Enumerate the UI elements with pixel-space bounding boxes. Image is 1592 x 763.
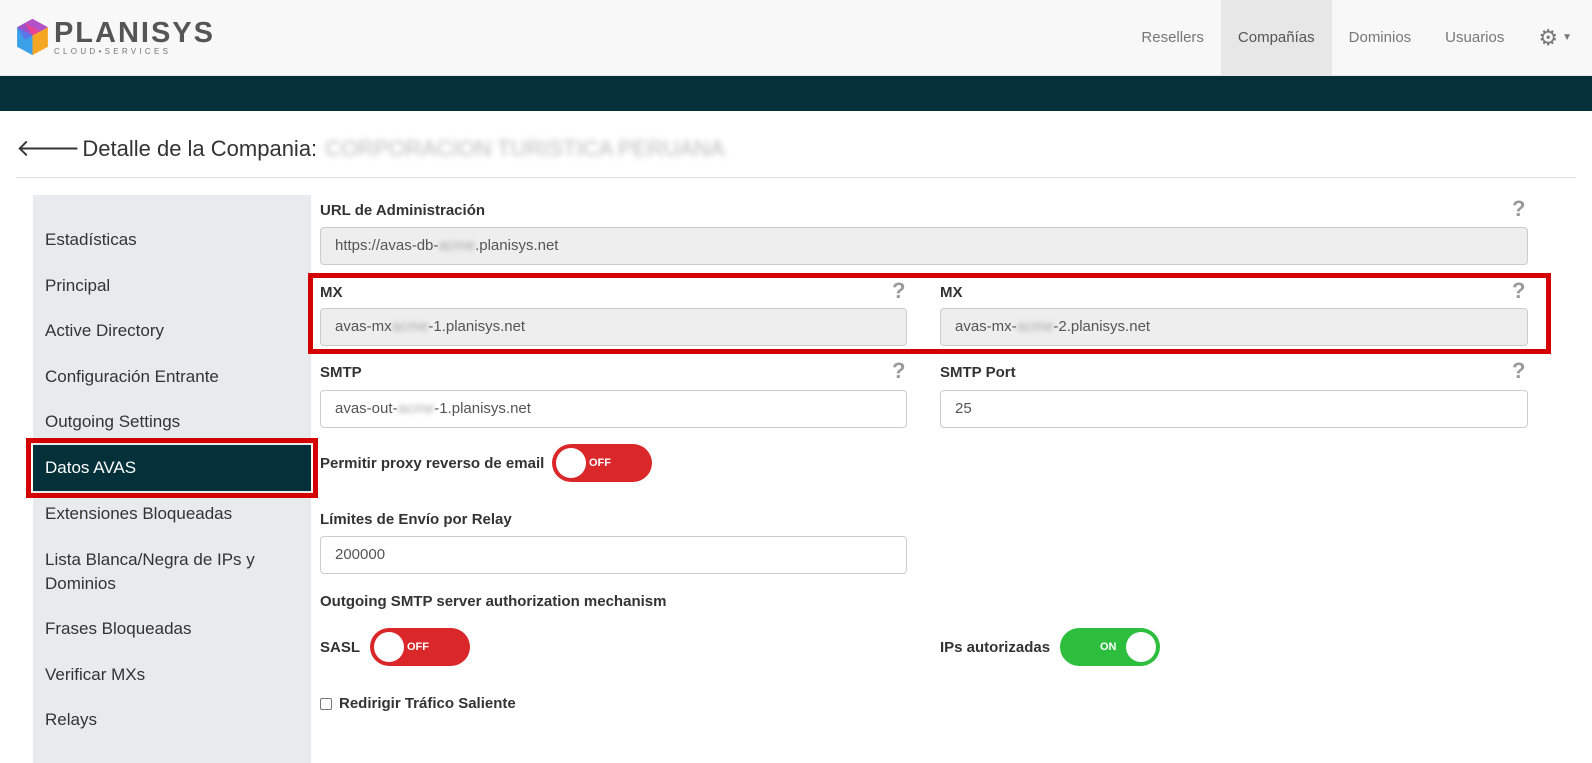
highlight-box-sidebar: [26, 438, 318, 498]
auth-mechanism-label: Outgoing SMTP server authorization mecha…: [320, 593, 667, 610]
redirect-traffic-checkbox[interactable]: [320, 698, 332, 710]
sidebar-item-configuracion-entrante[interactable]: Configuración Entrante: [33, 365, 311, 389]
sidebar-item-estadisticas[interactable]: Estadísticas: [33, 228, 311, 252]
authorized-ips-label: IPs autorizadas: [940, 639, 1051, 656]
sidebar-item-label: Dominios: [45, 574, 116, 593]
relay-limits-label: Límites de Envío por Relay: [320, 511, 512, 528]
relay-limits-field[interactable]: 200000: [320, 536, 907, 574]
toggle-state: ON: [1100, 641, 1117, 653]
sidebar-item-frases-bloqueadas[interactable]: Frases Bloqueadas: [33, 617, 311, 641]
masked-text: acme: [397, 400, 435, 417]
masked-text: acme: [438, 237, 476, 254]
nav-resellers[interactable]: Resellers: [1124, 0, 1221, 75]
planisys-logo[interactable]: PLANISYS CLOUD•SERVICES: [15, 8, 215, 66]
reverse-proxy-toggle[interactable]: OFF: [552, 444, 652, 482]
sidebar-item-extensiones-bloqueadas[interactable]: Extensiones Bloqueadas: [33, 502, 311, 526]
admin-url-suffix: .planisys.net: [475, 237, 559, 254]
authorized-ips-toggle[interactable]: ON: [1060, 628, 1160, 666]
nav-dominios[interactable]: Dominios: [1332, 0, 1429, 75]
toggle-knob: [1126, 632, 1156, 662]
top-navbar: PLANISYS CLOUD•SERVICES Resellers Compañ…: [0, 0, 1592, 76]
gear-icon: ⚙: [1538, 24, 1559, 50]
redirect-traffic-label: Redirigir Tráfico Saliente: [339, 695, 516, 712]
smtp-suffix: -1.planisys.net: [434, 400, 531, 417]
admin-url-prefix: https://avas-db-: [335, 237, 439, 254]
brand-name: PLANISYS: [53, 17, 215, 49]
sidebar-item-relays[interactable]: Relays: [33, 708, 311, 732]
sidebar-item-verificar-mxs[interactable]: Verificar MXs: [33, 663, 311, 687]
sidebar-item-principal[interactable]: Principal: [33, 274, 311, 298]
highlight-box-mx: [308, 273, 1551, 354]
reverse-proxy-label: Permitir proxy reverso de email: [320, 455, 545, 472]
sidebar-item-active-directory[interactable]: Active Directory: [33, 319, 311, 343]
nav-usuarios[interactable]: Usuarios: [1428, 0, 1521, 75]
admin-url-field: https://avas-db-acme.planisys.net: [320, 227, 1528, 265]
help-icon[interactable]: ?: [1512, 198, 1525, 220]
toggle-knob: [374, 632, 404, 662]
nav-companias[interactable]: Compañías: [1220, 0, 1332, 75]
help-icon[interactable]: ?: [892, 360, 905, 382]
smtp-port-label: SMTP Port: [940, 364, 1016, 381]
sidebar-item-label: Lista Blanca/Negra de IPs y: [45, 550, 255, 569]
toggle-state: OFF: [407, 641, 429, 653]
sidebar-item-lista-blanca-negra[interactable]: Lista Blanca/Negra de IPs y Dominios: [33, 548, 311, 596]
smtp-port-field[interactable]: 25: [940, 390, 1528, 428]
help-icon[interactable]: ?: [1512, 360, 1525, 382]
sasl-toggle[interactable]: OFF: [370, 628, 470, 666]
admin-url-label: URL de Administración: [320, 202, 486, 219]
smtp-label: SMTP: [320, 364, 362, 381]
smtp-prefix: avas-out-: [335, 400, 398, 417]
main-nav: Resellers Compañías Dominios Usuarios ⚙ …: [1124, 0, 1572, 75]
caret-down-icon: ▼: [1562, 32, 1572, 43]
toggle-state: OFF: [589, 457, 611, 469]
smtp-field[interactable]: avas-out-acme-1.planisys.net: [320, 390, 907, 428]
sidebar-item-outgoing-settings[interactable]: Outgoing Settings: [33, 410, 311, 434]
sub-navbar: [0, 76, 1592, 111]
back-arrow-icon[interactable]: 🡐: [16, 132, 80, 166]
company-name: CORPORACION TURISTICA PERUANA: [325, 136, 725, 161]
page-title: Detalle de la Compania:: [82, 136, 318, 161]
toggle-knob: [556, 448, 586, 478]
settings-dropdown[interactable]: ⚙ ▼: [1521, 0, 1572, 75]
sasl-label: SASL: [320, 639, 361, 656]
page-header: 🡐 Detalle de la Compania: CORPORACION TU…: [16, 132, 1576, 178]
logo-cube-icon: [17, 18, 48, 56]
